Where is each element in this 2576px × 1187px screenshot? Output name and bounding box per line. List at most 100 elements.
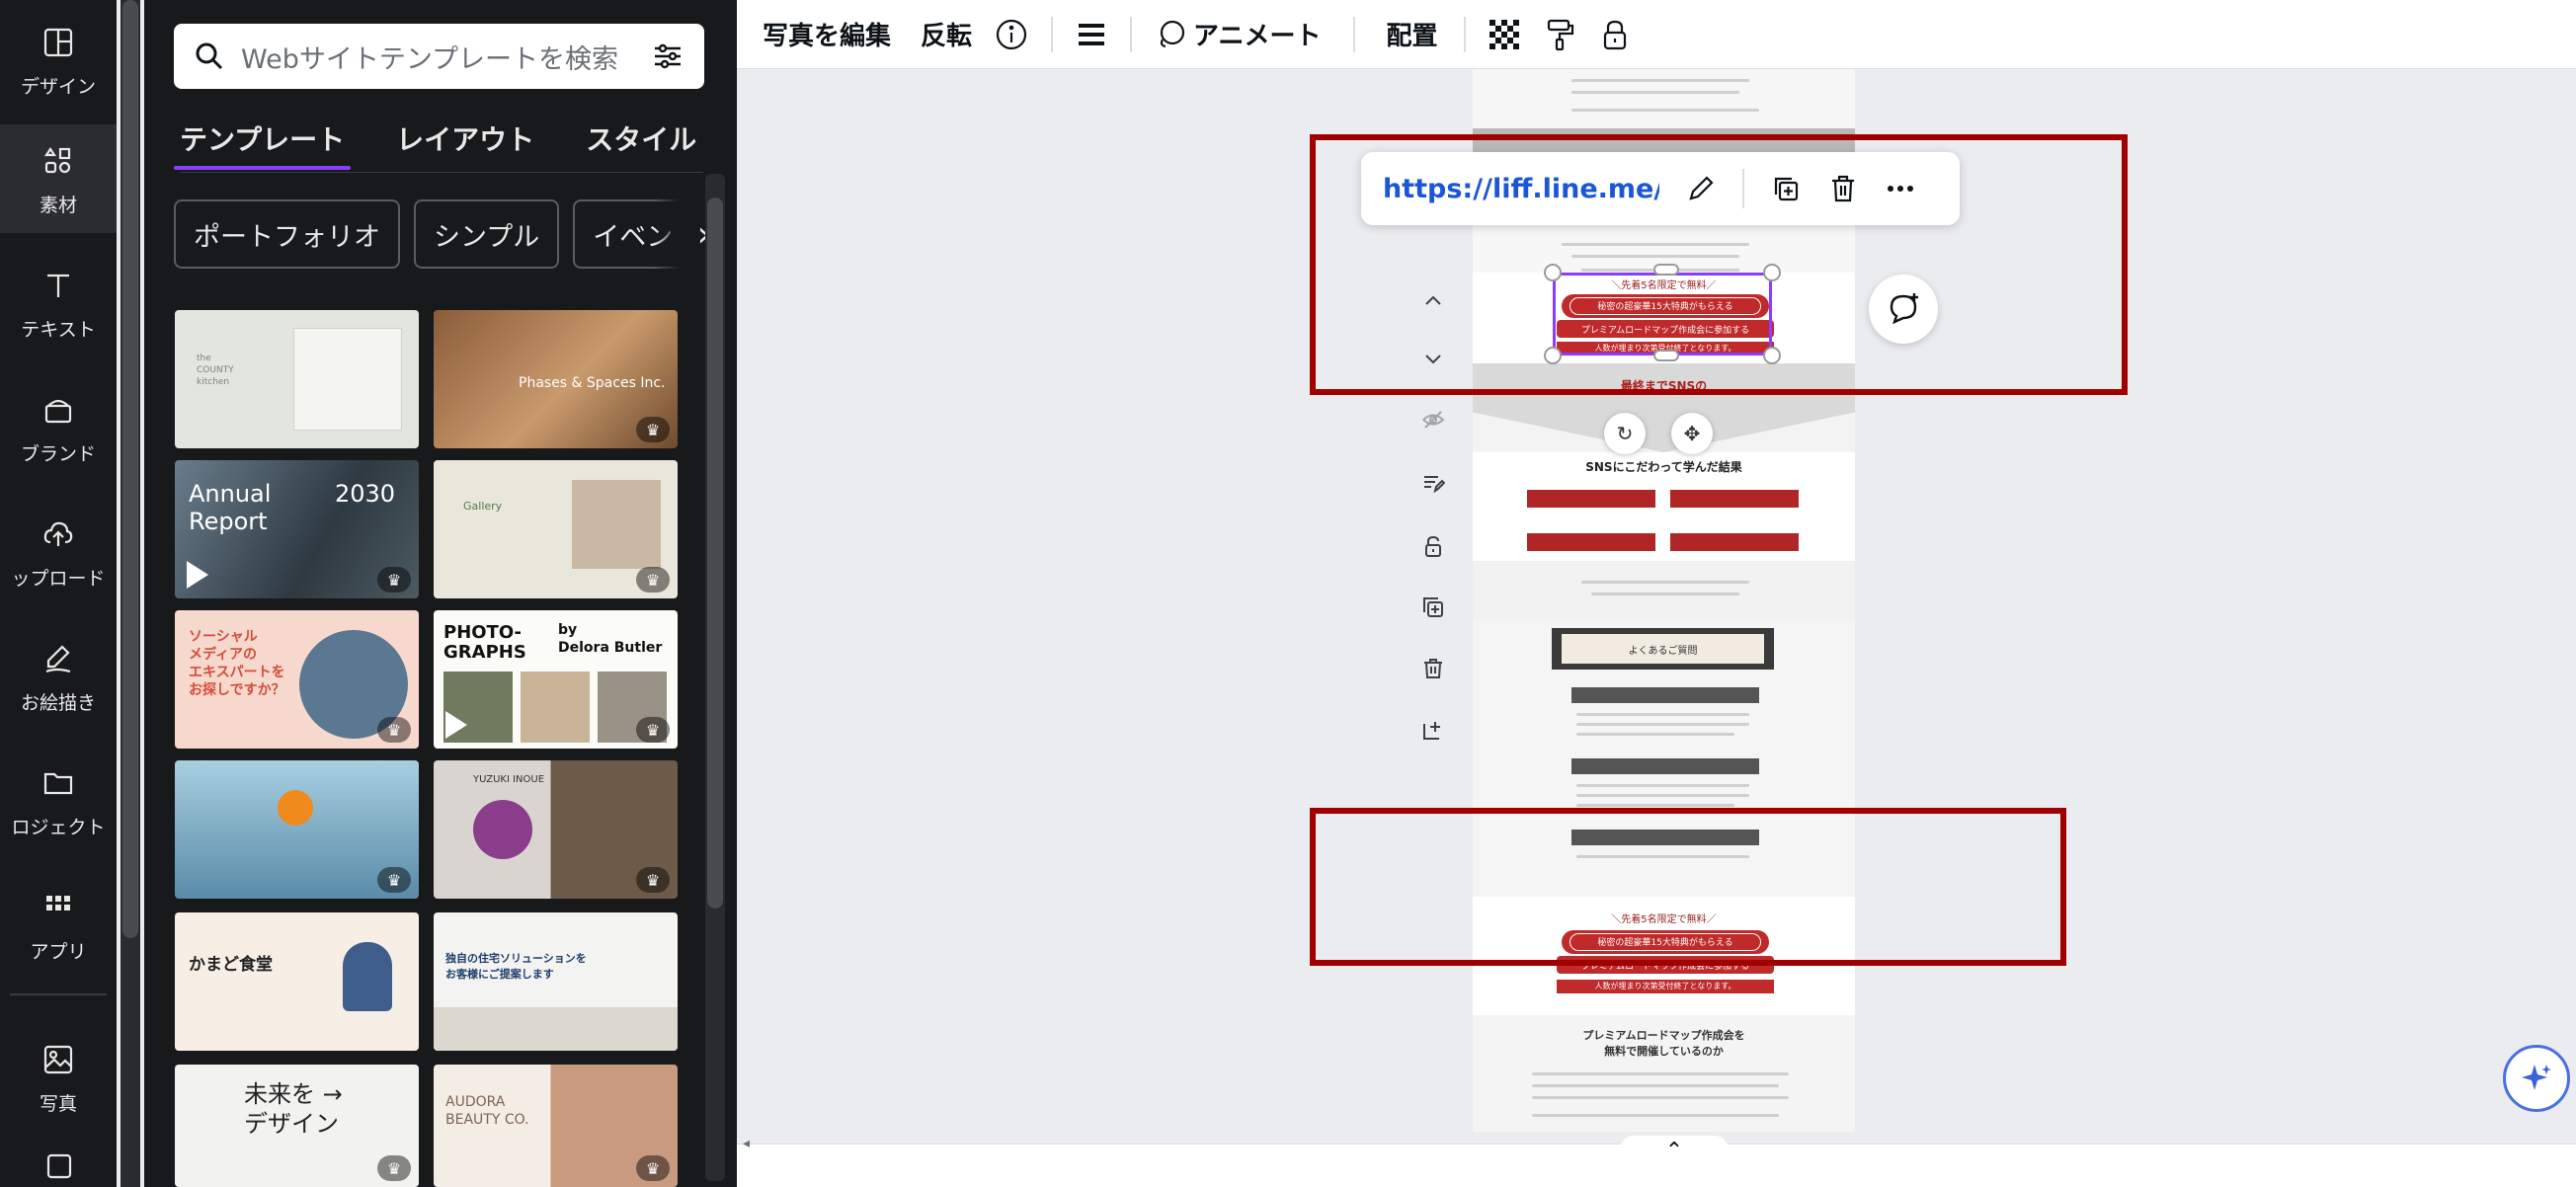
template-thumbnail[interactable]: Gallery ♛ [434,460,678,598]
rail-label: アプリ [30,940,87,963]
sns-section: SNSにこだわって学んだ結果 [1473,452,1855,561]
chip-portfolio[interactable]: ポートフォリオ [174,199,400,269]
shapes-icon [39,141,78,181]
thumb-text: Gallery [463,500,503,513]
hide-icon[interactable] [1418,405,1448,435]
tab-divider [180,172,703,173]
template-thumbnail[interactable]: Phases & Spaces Inc. ♛ [434,310,678,448]
play-icon [187,561,208,589]
delete-page-icon[interactable] [1418,654,1448,683]
copy-style-icon[interactable] [1543,18,1576,51]
thumb-text: エキスパートを [189,665,285,680]
rail-label: ロジェクト [11,816,106,838]
tab-layouts[interactable]: レイアウト [396,115,534,170]
scroll-left-icon[interactable]: ◂ [743,1136,750,1151]
show-pages-button[interactable]: ⌃ [1620,1136,1729,1165]
thumb-text: ソーシャル [189,629,258,645]
lock-icon[interactable] [1598,18,1632,51]
rail-item-photos[interactable]: 写真 [0,1023,117,1132]
faq-title: よくあるご質問 [1628,646,1698,657]
thumb-text: Report [189,508,268,535]
move-icon[interactable]: ✥ [1671,413,1713,454]
rail-item-projects[interactable]: ロジェクト [0,747,117,855]
template-thumbnail[interactable]: Annual 2030 Report ♛ [175,460,419,598]
info-icon[interactable] [994,17,1029,52]
animate-icon [1160,20,1185,47]
apps-icon [39,888,78,927]
annotation-highlight-bottom [1310,808,2066,966]
rail-label: ップロード [11,567,106,590]
transparency-icon[interactable] [1488,18,1521,51]
thumb-text: お探しですか？ [189,682,285,698]
template-thumbnail[interactable]: the COUNTY kitchen [175,310,419,448]
chip-simple[interactable]: シンプル [414,199,560,269]
magic-assistant-button[interactable] [2503,1045,2570,1112]
thumb-text: メディアの [189,647,258,663]
template-thumbnail[interactable]: 独自の住宅ソリューションを お客様にご提案します [434,912,678,1051]
rail-item-draw[interactable]: お絵描き [0,622,117,731]
toolbar-divider [1051,16,1054,52]
rail-scroll-thumb[interactable] [122,0,138,938]
template-thumbnail[interactable]: 未来を → デザイン ♛ [175,1065,419,1187]
thumb-text: Annual [189,480,272,508]
thumb-text: Phases & Spaces Inc. [519,375,666,391]
position-button[interactable]: 配置 [1387,16,1438,52]
template-thumbnail[interactable]: PHOTO- GRAPHS by Delora Butler ♛ [434,610,678,749]
rail-item-brand[interactable]: ブランド [0,373,117,482]
template-thumbnail[interactable]: ソーシャル メディアの エキスパートを お探しですか？ ♛ [175,610,419,749]
edit-photo-button[interactable]: 写真を編集 [763,16,891,52]
thumb-text: by [558,622,578,638]
sns-title: SNSにこだわって学んだ結果 [1585,460,1742,474]
bottom-heading: プレミアムロードマップ作成会を [1582,1029,1745,1042]
notes-icon[interactable] [1418,468,1448,498]
template-search[interactable]: Webサイトテンプレートを検索 [174,24,704,89]
rail-label: お絵描き [20,691,96,714]
draw-icon [39,639,78,678]
template-thumbnail[interactable]: YUZUKI INOUE ♛ [434,760,678,899]
thumb-text: COUNTY [197,365,234,375]
crown-icon: ♛ [377,567,411,593]
crown-icon: ♛ [636,717,670,743]
thumb-text: 2030 [335,480,396,508]
chevron-right-icon[interactable]: › [654,199,711,269]
template-thumbnail[interactable]: かまど食堂 [175,912,419,1051]
duplicate-page-icon[interactable] [1418,593,1448,622]
search-input[interactable]: Webサイトテンプレートを検索 [241,38,651,76]
upload-icon [39,514,78,554]
rail-item-text[interactable]: テキスト [0,249,117,357]
add-page-icon [39,1146,78,1185]
rotate-icon[interactable]: ↻ [1604,413,1646,454]
template-thumbnail[interactable]: ♛ [175,760,419,899]
rail-item-more[interactable] [0,1146,117,1187]
crown-icon: ♛ [377,717,411,743]
thumb-text: YUZUKI INOUE [473,774,545,785]
filter-icon[interactable] [651,40,684,73]
crown-icon: ♛ [636,1155,670,1181]
toolbar-divider [1463,16,1466,52]
tab-styles[interactable]: スタイル [586,115,696,170]
search-icon [196,42,223,70]
category-chips: ポートフォリオ シンプル イベン [174,199,707,269]
brand-icon [39,390,78,430]
text-icon [39,266,78,305]
template-thumbnail[interactable]: AUDORA BEAUTY CO. ♛ [434,1065,678,1187]
play-icon [445,711,467,739]
flip-button[interactable]: 反転 [921,16,972,52]
tab-templates[interactable]: テンプレート [173,115,352,170]
rail-item-elements[interactable]: 素材 [0,124,117,233]
animate-label: アニメート [1193,22,1322,51]
animate-button[interactable]: アニメート [1154,16,1322,52]
lock-icon[interactable] [1418,531,1448,561]
thumb-text: かまど食堂 [189,955,273,975]
rail-item-design[interactable]: デザイン [0,6,117,115]
panel-scroll-thumb[interactable] [707,198,723,909]
photo-icon [39,1040,78,1079]
rail-item-apps[interactable]: アプリ [0,871,117,980]
crown-icon: ♛ [636,567,670,593]
rail-item-uploads[interactable]: ップロード [0,498,117,606]
templates-panel: Webサイトテンプレートを検索 テンプレート レイアウト スタイル ポートフォリ… [144,0,737,1187]
border-style-icon[interactable] [1075,18,1108,51]
page-section [1473,69,1855,128]
bottom-heading: 無料で開催しているのか [1604,1045,1724,1058]
add-page-icon[interactable] [1418,715,1448,745]
